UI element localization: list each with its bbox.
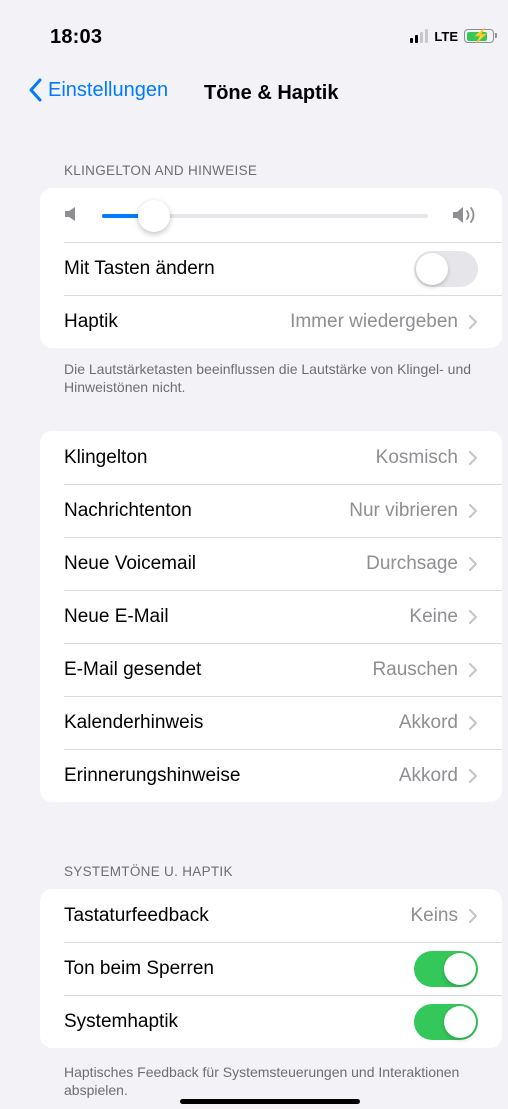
status-indicators: LTE ⚡ [410, 26, 497, 46]
sound-row-label: Erinnerungshinweise [64, 764, 241, 786]
sound-row-value: Akkord [398, 711, 458, 733]
sound-row[interactable]: Klingelton Kosmisch [40, 431, 502, 484]
volume-slider-row [40, 188, 502, 242]
network-type: LTE [434, 28, 458, 44]
haptics-value: Immer wiedergeben [290, 310, 458, 332]
sound-row-label: Nachrichtenton [64, 499, 192, 521]
sound-row-value: Nur vibrieren [349, 499, 458, 521]
sound-row[interactable]: Neue Voicemail Durchsage [40, 537, 502, 590]
chevron-left-icon [29, 78, 42, 102]
sound-row-value: Akkord [398, 764, 458, 786]
section-header-system: SYSTEMTÖNE U. HAPTIK [64, 864, 233, 879]
speaker-low-icon [65, 207, 75, 221]
chevron-right-icon [469, 556, 477, 571]
ringer-footer: Die Lautstärketasten beeinflussen die La… [64, 361, 472, 395]
navigation-bar: Einstellungen Töne & Haptik [0, 72, 508, 116]
change-with-buttons-label: Mit Tasten ändern [64, 257, 215, 279]
sound-row-label: Kalenderhinweis [64, 711, 204, 733]
volume-slider[interactable] [102, 200, 428, 232]
keyboard-feedback-label: Tastaturfeedback [64, 904, 209, 926]
change-with-buttons-toggle[interactable] [414, 250, 478, 287]
sound-row-label: Neue Voicemail [64, 552, 197, 574]
system-haptics-row: Systemhaptik [40, 995, 502, 1048]
system-haptics-toggle[interactable] [414, 1003, 478, 1040]
chevron-right-icon [469, 662, 477, 677]
chevron-right-icon [469, 768, 477, 783]
keyboard-feedback-value: Keins [410, 904, 458, 926]
lock-sound-toggle[interactable] [414, 950, 478, 987]
sound-row-value: Kosmisch [375, 446, 458, 468]
sound-row[interactable]: E-Mail gesendet Rauschen [40, 643, 502, 696]
home-indicator [180, 1099, 360, 1104]
back-button-label: Einstellungen [48, 78, 169, 101]
chevron-right-icon [469, 503, 477, 518]
battery-charging-icon: ⚡ [464, 27, 497, 43]
chevron-right-icon [469, 314, 477, 329]
chevron-right-icon [469, 609, 477, 624]
status-bar: 18:03 LTE ⚡ [0, 0, 508, 72]
back-button[interactable]: Einstellungen [28, 78, 168, 102]
ringer-group: Mit Tasten ändern Haptik Immer wiedergeb… [40, 188, 502, 348]
sound-row-label: E-Mail gesendet [64, 658, 202, 680]
sound-row[interactable]: Erinnerungshinweise Akkord [40, 749, 502, 802]
haptics-row[interactable]: Haptik Immer wiedergeben [40, 295, 502, 348]
speaker-high-icon [453, 207, 475, 223]
change-with-buttons-row: Mit Tasten ändern [40, 242, 502, 295]
sound-row[interactable]: Kalenderhinweis Akkord [40, 696, 502, 749]
status-time: 18:03 [50, 26, 103, 48]
sound-row-label: Neue E-Mail [64, 605, 169, 627]
keyboard-feedback-row[interactable]: Tastaturfeedback Keins [40, 889, 502, 942]
system-footer: Haptisches Feedback für Systemsteuerunge… [64, 1064, 460, 1098]
volume-slider-thumb[interactable] [138, 200, 171, 232]
page-title: Töne & Haptik [204, 82, 339, 104]
lock-sound-row: Ton beim Sperren [40, 942, 502, 995]
chevron-right-icon [469, 908, 477, 923]
system-group: Tastaturfeedback Keins Ton beim Sperren … [40, 889, 502, 1048]
chevron-right-icon [469, 715, 477, 730]
sound-row-value: Durchsage [366, 552, 458, 574]
sounds-group: Klingelton Kosmisch Nachrichtenton Nur vibr… [40, 431, 502, 802]
sound-row-label: Klingelton [64, 446, 148, 468]
sound-row-value: Rauschen [372, 658, 458, 680]
lock-sound-label: Ton beim Sperren [64, 957, 214, 979]
chevron-right-icon [469, 450, 477, 465]
sound-row[interactable]: Neue E-Mail Keine [40, 590, 502, 643]
sound-row[interactable]: Nachrichtenton Nur vibrieren [40, 484, 502, 537]
cellular-signal-icon [410, 29, 429, 43]
sound-row-value: Keine [409, 605, 458, 627]
system-haptics-label: Systemhaptik [64, 1010, 179, 1032]
section-header-ringer: KLINGELTON AND HINWEISE [64, 163, 258, 178]
haptics-label: Haptik [64, 310, 118, 332]
